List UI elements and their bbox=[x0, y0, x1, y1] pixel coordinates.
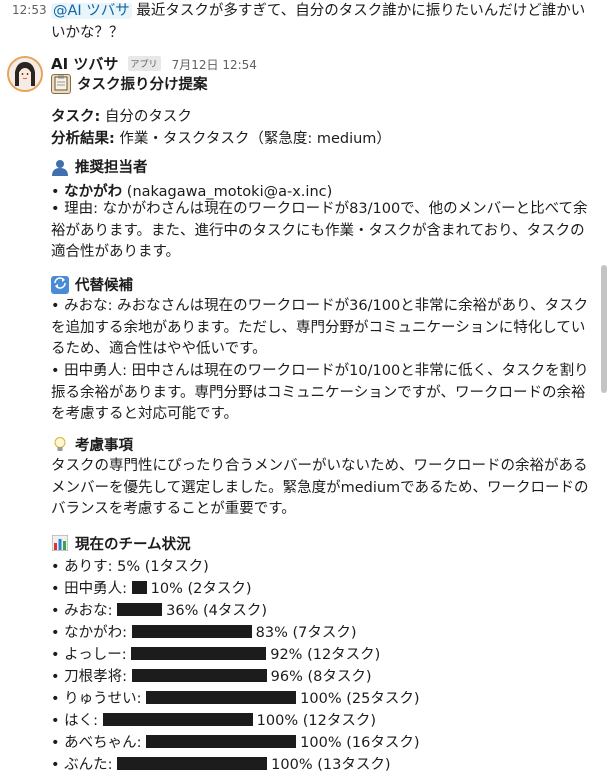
workload-bar bbox=[131, 625, 252, 638]
team-member-name: • あべちゃん: bbox=[51, 735, 147, 751]
analysis-value: 作業・タスクタスク（緊急度: medium） bbox=[114, 131, 391, 147]
team-member-row: • なかがわ: 83% (7タスク) bbox=[51, 621, 591, 642]
previous-message: 12:53 @AI ツバサ 最近タスクが多すぎて、自分のタスク誰かに振りたいんだ… bbox=[0, 0, 611, 44]
task-line: タスク: 自分のタスク bbox=[51, 105, 591, 126]
team-member-row: • はく: 100% (12タスク) bbox=[51, 709, 591, 730]
workload-bar bbox=[131, 581, 147, 594]
team-member-row: • ありす: 5% (1タスク) bbox=[51, 555, 591, 576]
workload-bar bbox=[117, 757, 268, 770]
analysis-label: 分析結果: bbox=[51, 131, 115, 147]
user-mention[interactable]: @AI ツバサ bbox=[51, 3, 132, 19]
team-member-row: • よっしー: 92% (12タスク) bbox=[51, 643, 591, 664]
team-member-stats: 100% (12タスク) bbox=[256, 713, 376, 729]
team-member-row: • 田中勇人: 10% (2タスク) bbox=[51, 577, 591, 598]
recommended-person-name: なかがわ bbox=[64, 184, 123, 200]
person-silhouette-icon bbox=[51, 158, 69, 176]
task-value: 自分のタスク bbox=[100, 109, 192, 125]
message-timestamp[interactable]: 7月12日 12:54 bbox=[172, 58, 257, 72]
team-member-stats: 36% (4タスク) bbox=[166, 603, 268, 619]
team-member-stats: 10% (2タスク) bbox=[150, 581, 252, 597]
recommended-heading-text: 推奨担当者 bbox=[75, 160, 148, 176]
alternatives-heading: 代替候補 bbox=[51, 274, 591, 295]
previous-message-text: @AI ツバサ 最近タスクが多すぎて、自分のタスク誰かに振りたいんだけど誰かいい… bbox=[51, 0, 591, 44]
team-member-name: • ありす: bbox=[51, 559, 118, 575]
recommended-reason: • 理由: なかがわさんは現在のワークロードが83/100で、他のメンバーと比べ… bbox=[51, 201, 588, 260]
message-title-text: タスク振り分け提案 bbox=[77, 77, 208, 93]
scrollbar[interactable] bbox=[601, 265, 607, 393]
workload-bar bbox=[131, 669, 267, 682]
team-member-row: • 刀根孝将: 96% (8タスク) bbox=[51, 665, 591, 686]
considerations-text: タスクの専門性にぴったり合うメンバーがいないため、ワークロードの余裕があるメンバ… bbox=[51, 458, 589, 517]
previous-message-body: 最近タスクが多すぎて、自分のタスク誰かに振りたいんだけど誰かいいかな？？ bbox=[51, 3, 586, 41]
alternative-item: • みおな: みおなさんは現在のワークロードが36/100と非常に余裕があり、タ… bbox=[51, 298, 589, 357]
analysis-line: 分析結果: 作業・タスクタスク（緊急度: medium） bbox=[51, 127, 591, 148]
workload-bar bbox=[146, 691, 297, 704]
clipboard-icon bbox=[51, 73, 71, 94]
recommended-person-email: (nakagawa_motoki@a-x.inc) bbox=[122, 184, 333, 200]
lightbulb-icon bbox=[51, 436, 69, 454]
team-member-row: • りゅうせい: 100% (25タスク) bbox=[51, 687, 591, 708]
team-status-heading: 現在のチーム状況 bbox=[51, 533, 591, 554]
team-member-stats: 100% (16タスク) bbox=[300, 735, 420, 751]
app-badge: アプリ bbox=[127, 56, 161, 71]
team-member-name: • みおな: bbox=[51, 603, 118, 619]
alternatives-heading-text: 代替候補 bbox=[75, 278, 133, 294]
team-member-stats: 5% (1タスク) bbox=[117, 559, 209, 575]
considerations-heading-text: 考慮事項 bbox=[75, 438, 133, 454]
team-member-row: • みおな: 36% (4タスク) bbox=[51, 599, 591, 620]
team-member-stats: 96% (8タスク) bbox=[270, 669, 372, 685]
recommended-person: • なかがわ (nakagawa_motoki@a-x.inc) bbox=[51, 184, 333, 200]
team-member-name: • はく: bbox=[51, 713, 103, 729]
sender-name[interactable]: AI ツバサ bbox=[51, 55, 118, 73]
team-member-stats: 100% (25タスク) bbox=[300, 691, 420, 707]
task-label: タスク: bbox=[51, 109, 101, 125]
message-header: AI ツバサ アプリ 7月12日 12:54 bbox=[51, 53, 257, 73]
recommended-heading: 推奨担当者 bbox=[51, 156, 591, 177]
team-member-stats: 92% (12タスク) bbox=[270, 647, 381, 663]
avatar[interactable] bbox=[7, 56, 43, 92]
team-member-name: • 田中勇人: bbox=[51, 581, 132, 597]
avatar-face-icon bbox=[9, 58, 41, 90]
bar-chart-icon bbox=[51, 534, 69, 553]
message-title: タスク振り分け提案 bbox=[51, 73, 591, 94]
team-status-heading-text: 現在のチーム状況 bbox=[75, 537, 191, 553]
team-member-stats: 83% (7タスク) bbox=[255, 625, 357, 641]
team-member-name: • りゅうせい: bbox=[51, 691, 147, 707]
team-member-name: • なかがわ: bbox=[51, 625, 132, 641]
considerations-heading: 考慮事項 bbox=[51, 434, 591, 455]
workload-bar bbox=[102, 713, 253, 726]
previous-message-time[interactable]: 12:53 bbox=[12, 3, 47, 17]
team-member-stats: 100% (13タスク) bbox=[271, 757, 391, 773]
workload-bar bbox=[117, 603, 163, 616]
alternative-item: • 田中勇人: 田中さんは現在のワークロードが10/100と非常に低く、タスクを… bbox=[51, 363, 589, 422]
workload-bar bbox=[146, 735, 297, 748]
team-member-name: • よっしー: bbox=[51, 647, 132, 663]
team-member-row: • あべちゃん: 100% (16タスク) bbox=[51, 731, 591, 752]
team-member-name: • 刀根孝将: bbox=[51, 669, 132, 685]
workload-bar bbox=[131, 647, 267, 660]
team-member-name: • ぶんた: bbox=[51, 757, 118, 773]
arrows-cycle-icon bbox=[51, 275, 69, 294]
team-member-row: • ぶんた: 100% (13タスク) bbox=[51, 753, 591, 774]
